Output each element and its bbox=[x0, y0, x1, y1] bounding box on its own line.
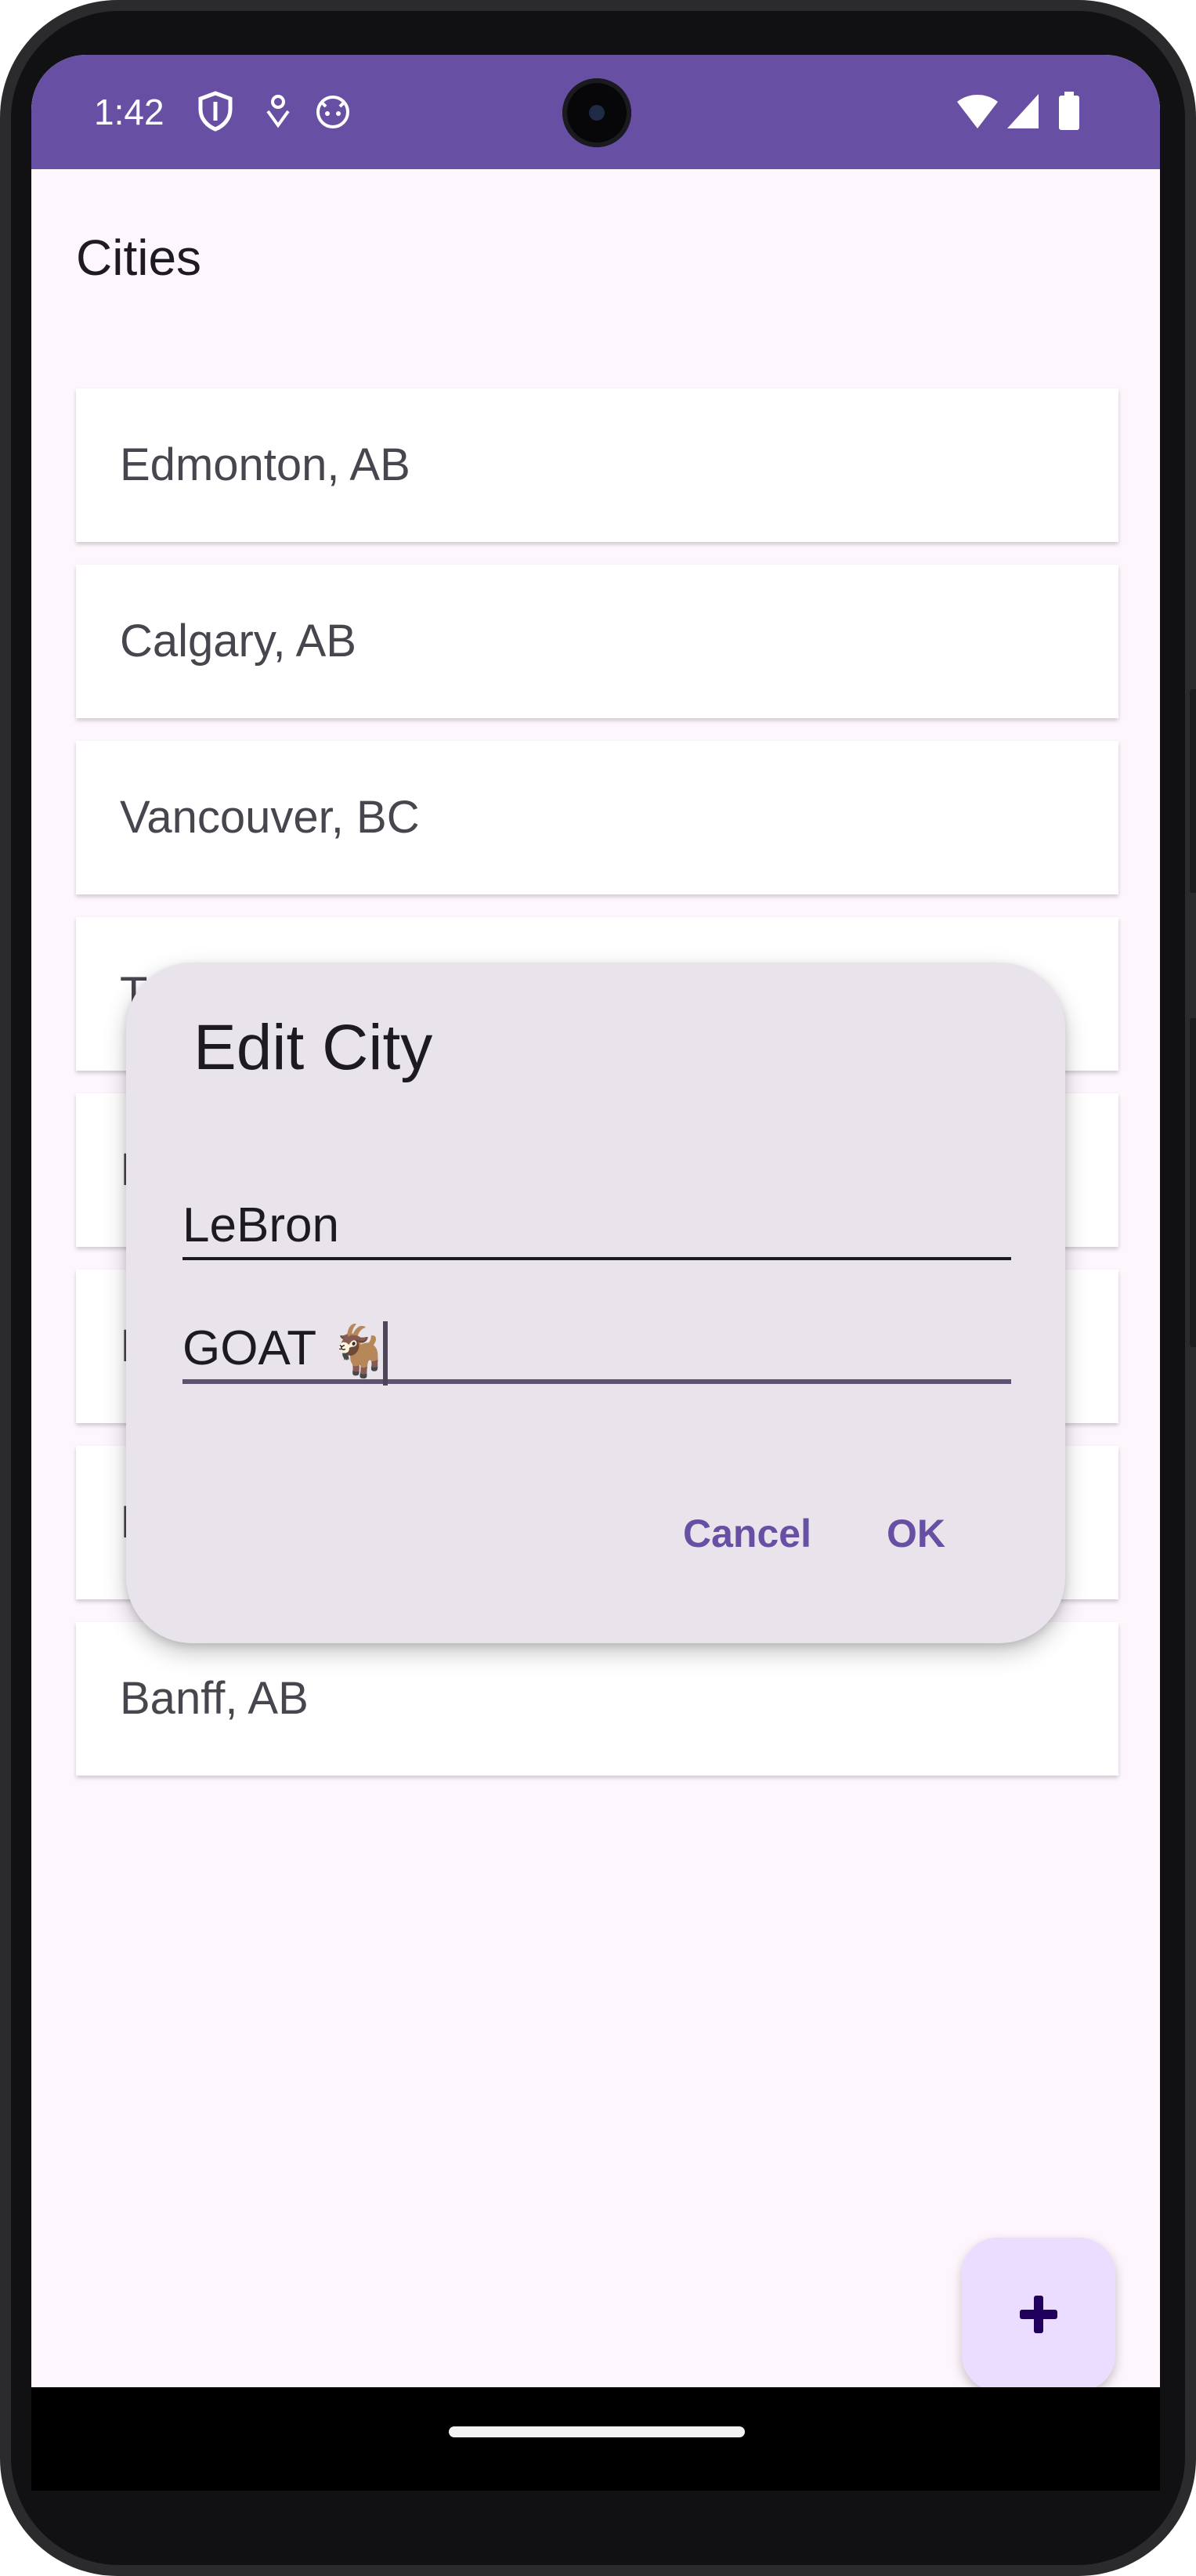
location-pin-icon bbox=[266, 95, 290, 128]
volume-button bbox=[1190, 1018, 1196, 1347]
edit-city-dialog: Edit City 🐐 Cancel OK bbox=[126, 963, 1065, 1643]
add-city-button[interactable] bbox=[962, 2238, 1115, 2391]
city-name-field[interactable] bbox=[182, 1174, 1011, 1260]
plus-icon bbox=[1034, 2296, 1043, 2333]
screen: 1:42 Cities Edmonton, AB Calgary, AB Van… bbox=[31, 55, 1160, 2491]
android-face-icon bbox=[316, 96, 349, 128]
cellular-signal-icon bbox=[1007, 94, 1039, 128]
status-time: 1:42 bbox=[94, 92, 164, 132]
cancel-button[interactable]: Cancel bbox=[683, 1511, 811, 1556]
wifi-icon bbox=[957, 95, 998, 128]
battery-icon bbox=[1059, 92, 1079, 130]
shield-icon bbox=[198, 91, 233, 132]
goat-emoji: 🐐 bbox=[328, 1323, 391, 1379]
province-field[interactable]: 🐐 bbox=[182, 1298, 1011, 1386]
status-bar: 1:42 bbox=[31, 55, 1160, 169]
power-button bbox=[1190, 689, 1196, 893]
ok-button[interactable]: OK bbox=[887, 1511, 945, 1556]
province-input[interactable] bbox=[182, 1298, 1011, 1379]
phone-frame: 1:42 Cities Edmonton, AB Calgary, AB Van… bbox=[0, 0, 1196, 2576]
text-cursor bbox=[383, 1321, 388, 1386]
city-name-input[interactable] bbox=[182, 1174, 1011, 1257]
home-handle[interactable] bbox=[449, 2426, 745, 2437]
dialog-title: Edit City bbox=[193, 1012, 433, 1083]
front-camera bbox=[562, 78, 631, 147]
navigation-bar bbox=[31, 2387, 1160, 2491]
